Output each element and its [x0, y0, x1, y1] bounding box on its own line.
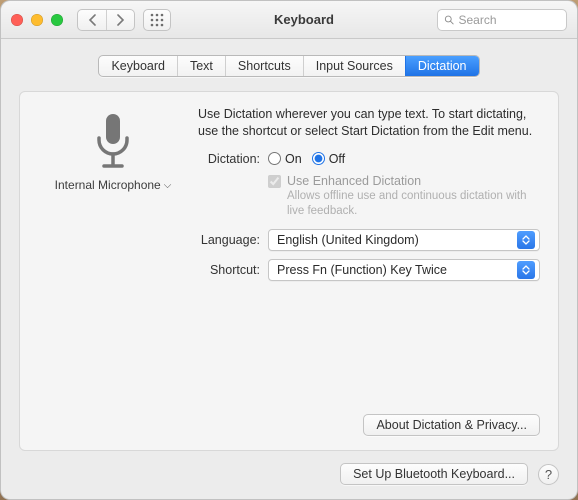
search-field[interactable] [437, 9, 567, 31]
shortcut-row: Shortcut: Press Fn (Function) Key Twice [198, 259, 540, 281]
traffic-lights [11, 14, 63, 26]
tabs-row: Keyboard Text Shortcuts Input Sources Di… [1, 39, 577, 85]
about-dictation-button[interactable]: About Dictation & Privacy... [363, 414, 540, 436]
close-icon[interactable] [11, 14, 23, 26]
titlebar: Keyboard [1, 1, 577, 39]
tab-text[interactable]: Text [177, 56, 225, 76]
microphone-label: Internal Microphone [55, 178, 161, 192]
intro-text: Use Dictation wherever you can type text… [198, 106, 540, 140]
bottom-bar: Set Up Bluetooth Keyboard... ? [1, 457, 577, 499]
left-column: Internal Microphone ⌵ [38, 106, 188, 436]
select-stepper-icon [517, 231, 535, 249]
dictation-off-radio[interactable]: Off [312, 152, 345, 166]
tab-shortcuts[interactable]: Shortcuts [225, 56, 303, 76]
shortcut-select[interactable]: Press Fn (Function) Key Twice [268, 259, 540, 281]
back-button[interactable] [78, 10, 106, 30]
tabs-segmented: Keyboard Text Shortcuts Input Sources Di… [98, 55, 479, 77]
dictation-label: Dictation: [198, 152, 260, 166]
select-stepper-icon [517, 261, 535, 279]
dictation-on-radio[interactable]: On [268, 152, 302, 166]
search-icon [444, 14, 455, 26]
show-all-button[interactable] [143, 9, 171, 31]
window-title: Keyboard [179, 12, 429, 27]
search-input[interactable] [459, 13, 561, 27]
language-select[interactable]: English (United Kingdom) [268, 229, 540, 251]
radio-off[interactable] [312, 152, 325, 165]
tab-input-sources[interactable]: Input Sources [303, 56, 405, 76]
enhanced-label: Use Enhanced Dictation [287, 174, 540, 188]
preferences-window: Keyboard Keyboard Text Shortcuts Input S… [0, 0, 578, 500]
shortcut-value: Press Fn (Function) Key Twice [277, 263, 517, 277]
enhanced-checkbox [268, 175, 281, 188]
zoom-icon[interactable] [51, 14, 63, 26]
tab-dictation[interactable]: Dictation [405, 56, 479, 76]
right-column: Use Dictation wherever you can type text… [198, 106, 540, 436]
enhanced-desc: Allows offline use and continuous dictat… [287, 189, 540, 219]
enhanced-dictation-row: Use Enhanced Dictation Allows offline us… [268, 174, 540, 219]
language-row: Language: English (United Kingdom) [198, 229, 540, 251]
dictation-row: Dictation: On Off [198, 152, 540, 166]
help-button[interactable]: ? [538, 464, 559, 485]
nav-segmented [77, 9, 135, 31]
forward-button[interactable] [106, 10, 134, 30]
microphone-icon [91, 112, 135, 172]
microphone-selector[interactable]: Internal Microphone ⌵ [55, 178, 172, 192]
shortcut-label: Shortcut: [198, 263, 260, 277]
radio-on[interactable] [268, 152, 281, 165]
tab-keyboard[interactable]: Keyboard [99, 56, 177, 76]
language-label: Language: [198, 233, 260, 247]
setup-bluetooth-button[interactable]: Set Up Bluetooth Keyboard... [340, 463, 528, 485]
language-value: English (United Kingdom) [277, 233, 517, 247]
content-panel: Internal Microphone ⌵ Use Dictation wher… [19, 91, 559, 451]
chevron-down-icon: ⌵ [164, 180, 172, 191]
minimize-icon[interactable] [31, 14, 43, 26]
